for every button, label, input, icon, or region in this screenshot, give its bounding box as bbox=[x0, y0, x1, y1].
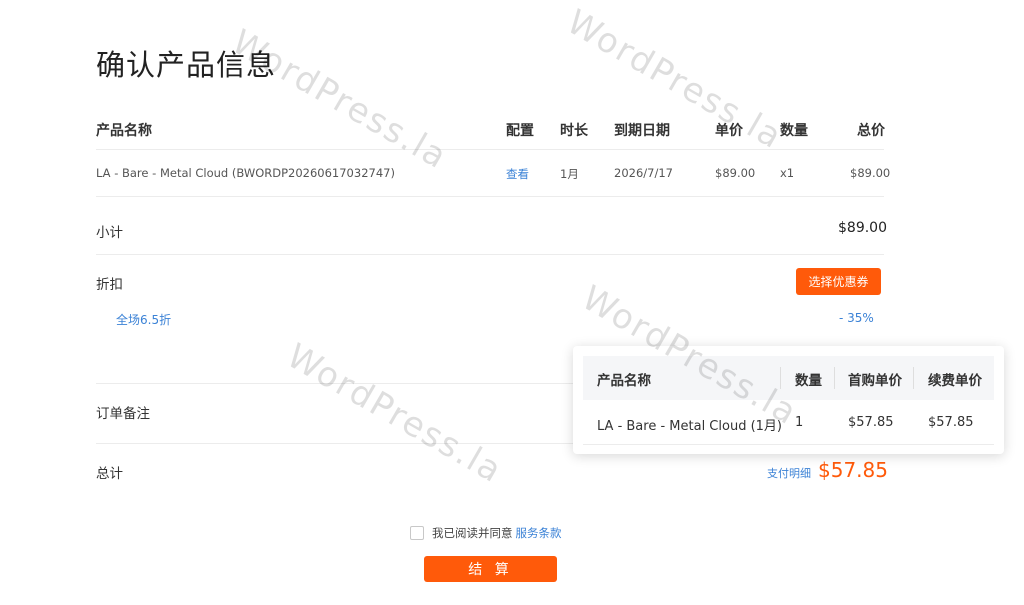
total-price-cell: $89.00 bbox=[850, 166, 891, 180]
popup-quantity: 1 bbox=[795, 415, 804, 430]
subtotal-label: 小计 bbox=[96, 225, 123, 241]
header-duration: 时长 bbox=[560, 123, 588, 139]
watermark: WordPress.la bbox=[280, 336, 510, 492]
quantity-cell: x1 bbox=[780, 166, 795, 180]
popup-header-first-price: 首购单价 bbox=[848, 373, 902, 389]
duration-cell: 1月 bbox=[560, 167, 579, 181]
select-coupon-button[interactable]: 选择优惠券 bbox=[796, 268, 881, 295]
view-config-link[interactable]: 查看 bbox=[506, 166, 529, 182]
header-unit-price: 单价 bbox=[715, 123, 743, 139]
unit-price-cell: $89.00 bbox=[715, 166, 756, 180]
agreement-checkbox[interactable] bbox=[410, 526, 424, 540]
column-divider bbox=[834, 367, 835, 389]
terms-link[interactable]: 服务条款 bbox=[516, 525, 562, 541]
header-total-price: 总价 bbox=[857, 123, 885, 139]
popup-header-product-name: 产品名称 bbox=[597, 373, 651, 389]
popup-first-price: $57.85 bbox=[848, 415, 894, 430]
divider bbox=[583, 444, 994, 445]
payment-detail-popup: 产品名称 数量 首购单价 续费单价 LA - Bare - Metal Clou… bbox=[573, 346, 1004, 454]
header-quantity: 数量 bbox=[780, 123, 808, 139]
divider bbox=[96, 196, 884, 197]
checkout-button[interactable]: 结 算 bbox=[424, 556, 557, 582]
popup-renew-price: $57.85 bbox=[928, 415, 974, 430]
payment-detail-link[interactable]: 支付明细 bbox=[767, 465, 811, 481]
page-title: 确认产品信息 bbox=[96, 48, 277, 82]
popup-header-renew-price: 续费单价 bbox=[928, 373, 982, 389]
header-product-name: 产品名称 bbox=[96, 123, 152, 139]
total-value: $57.85 bbox=[818, 458, 888, 482]
header-config: 配置 bbox=[506, 123, 534, 139]
popup-product-name: LA - Bare - Metal Cloud (1月) bbox=[597, 419, 782, 434]
column-divider bbox=[913, 367, 914, 389]
agreement-row: 我已阅读并同意 服务条款 bbox=[410, 525, 562, 541]
popup-header-quantity: 数量 bbox=[795, 373, 822, 389]
subtotal-value: $89.00 bbox=[838, 220, 887, 236]
divider bbox=[96, 149, 884, 150]
discount-item-name: 全场6.5折 bbox=[116, 313, 172, 327]
order-notes-label: 订单备注 bbox=[96, 406, 150, 422]
expiry-date-cell: 2026/7/17 bbox=[614, 166, 673, 180]
discount-label: 折扣 bbox=[96, 277, 123, 293]
watermark: WordPress.la bbox=[560, 2, 790, 158]
discount-item-value: - 35% bbox=[839, 311, 874, 325]
header-expiry-date: 到期日期 bbox=[614, 123, 670, 139]
column-divider bbox=[780, 367, 781, 389]
product-name-cell: LA - Bare - Metal Cloud (BWORDP202606170… bbox=[96, 166, 395, 180]
agreement-text: 我已阅读并同意 bbox=[432, 526, 513, 540]
divider bbox=[96, 254, 884, 255]
total-label: 总计 bbox=[96, 466, 123, 482]
